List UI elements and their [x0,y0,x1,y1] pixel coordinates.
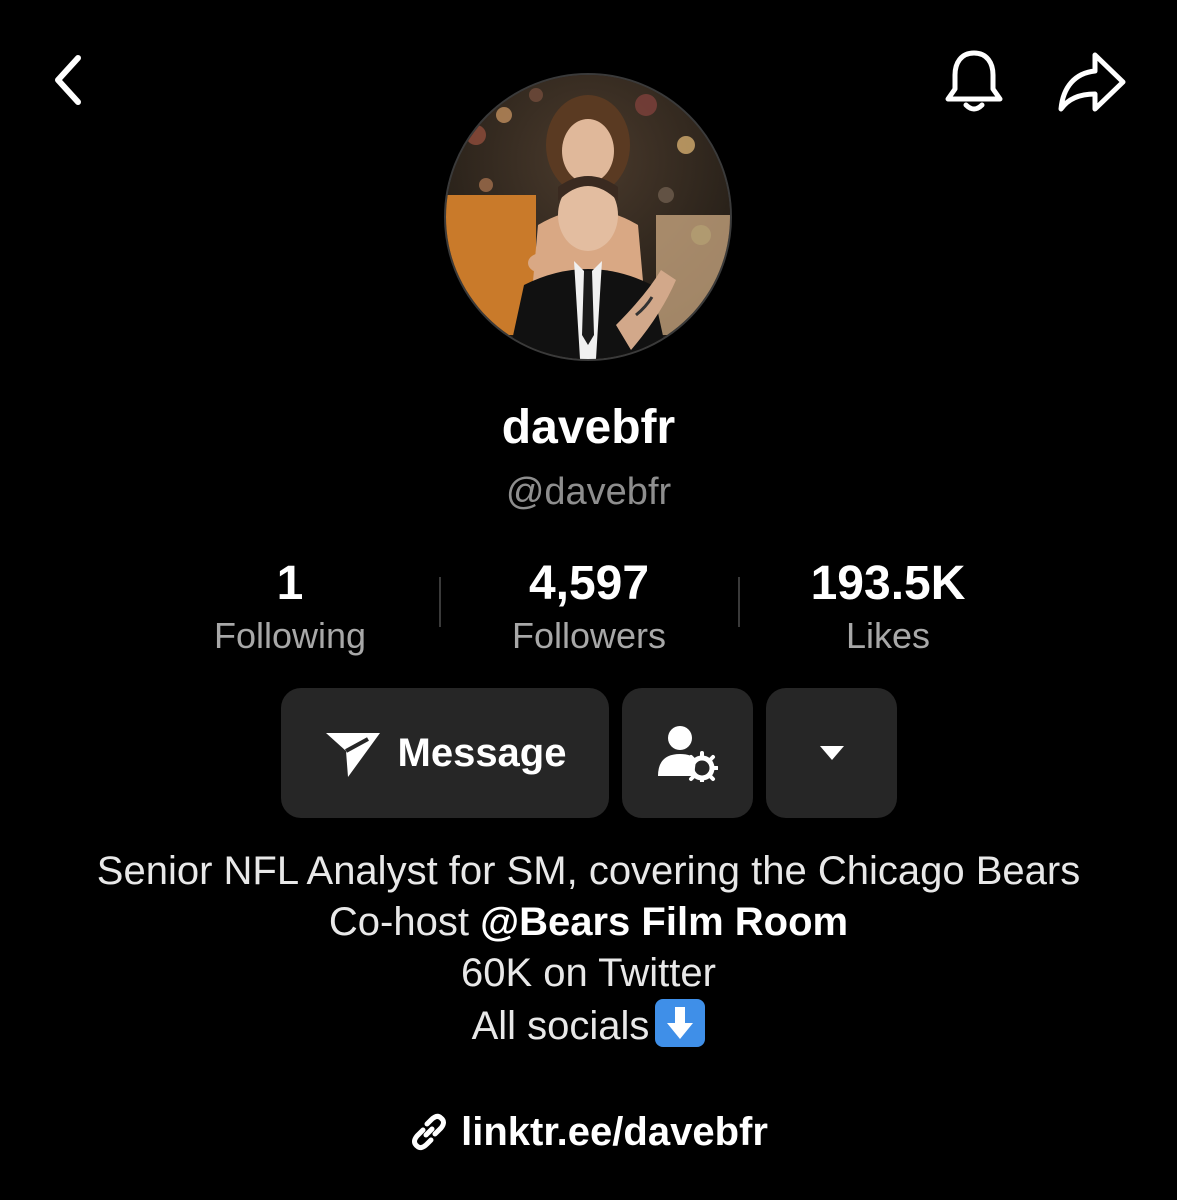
stat-label: Followers [511,615,667,656]
friend-settings-button[interactable] [622,688,753,818]
stat-following[interactable]: 1 Following [140,555,440,659]
user-settings-icon [657,726,718,782]
bio-line: Co-host @Bears Film Room [60,897,1117,948]
bio-line: 60K on Twitter [461,951,716,995]
stat-likes[interactable]: 193.5K Likes [738,555,1038,659]
bio-text: All socials [471,1004,650,1048]
stat-value: 1 [276,557,304,610]
link-icon [409,1112,449,1152]
stat-value: 193.5K [810,557,966,610]
caret-down-icon [819,746,844,760]
bio-mention-link[interactable]: @Bears Film Room [480,900,848,944]
message-button-label: Message [397,730,567,775]
more-options-button[interactable] [766,688,897,818]
message-button[interactable]: Message [281,688,609,818]
profile-avatar[interactable] [444,73,732,361]
stat-label: Following [213,615,367,656]
bio-line: Senior NFL Analyst for SM, covering the … [96,849,1081,893]
down-arrow-emoji-icon [655,999,706,1047]
share-button[interactable] [1050,44,1134,120]
back-button[interactable] [36,48,100,112]
notification-bell-button[interactable] [936,44,1012,120]
profile-stats: 1 Following 4,597 Followers 193.5K Likes [140,555,1040,665]
bio-text: Co-host [328,900,481,944]
profile-link[interactable]: linktr.ee/davebfr [0,1106,1177,1158]
avatar-photo [446,75,730,359]
link-text: linktr.ee/davebfr [461,1110,768,1154]
chevron-left-icon [55,55,81,105]
stat-followers[interactable]: 4,597 Followers [439,555,739,659]
send-icon [325,733,380,777]
stat-label: Likes [845,615,931,656]
display-name: davebfr [501,401,676,454]
username-handle: @davebfr [505,471,672,513]
bio-line: All socials [60,999,1117,1052]
profile-bio: Senior NFL Analyst for SM, covering the … [60,846,1117,1052]
bell-icon [945,50,1003,112]
share-arrow-icon [1058,52,1126,112]
stat-value: 4,597 [528,557,650,610]
